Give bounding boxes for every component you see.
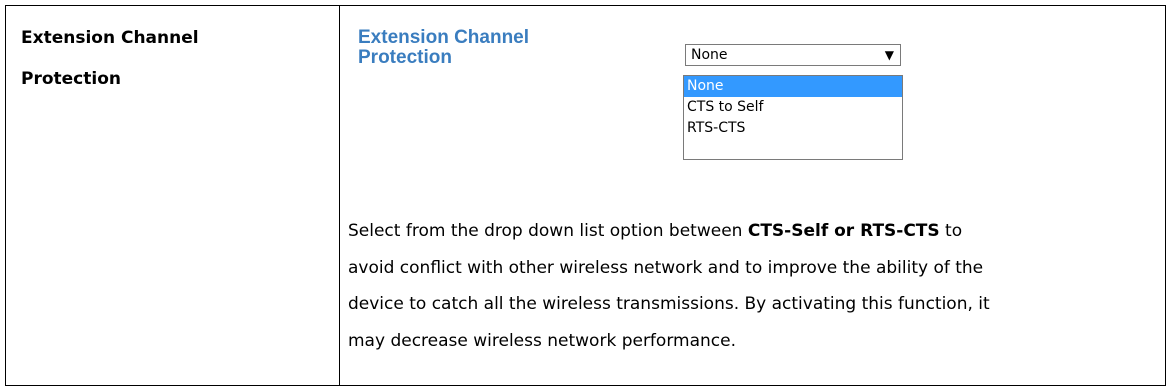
- option-none[interactable]: None: [684, 76, 902, 97]
- term-line-2: Protection: [21, 69, 121, 89]
- term-cell: Extension Channel Protection: [21, 18, 321, 100]
- option-cts-to-self[interactable]: CTS to Self: [684, 97, 902, 118]
- setting-label: Extension Channel Protection: [358, 28, 529, 68]
- term-line-1: Extension Channel: [21, 28, 199, 48]
- column-divider: [339, 6, 340, 385]
- description-line-1-start: Select from the drop down list option be…: [348, 221, 748, 241]
- description-line-4: may decrease wireless network performanc…: [348, 330, 736, 351]
- protection-select[interactable]: None ▼: [685, 44, 901, 66]
- description-line-1-end: to: [939, 221, 963, 241]
- select-value: None: [691, 47, 728, 63]
- option-rts-cts[interactable]: RTS-CTS: [684, 118, 902, 139]
- description-line-3: device to catch all the wireless transmi…: [348, 294, 990, 314]
- dropdown-arrow-icon: ▼: [884, 48, 894, 62]
- description-line-2: avoid conflict with other wireless netwo…: [348, 257, 984, 278]
- description-bold-options: CTS-Self or RTS-CTS: [747, 221, 940, 241]
- setting-label-line-2: Protection: [358, 47, 452, 68]
- protection-dropdown-list: None CTS to Self RTS-CTS: [683, 75, 903, 160]
- setting-label-line-1: Extension Channel: [358, 27, 530, 48]
- description-line-1: Select from the drop down list option be…: [348, 213, 1148, 250]
- description: Select from the drop down list option be…: [348, 213, 1148, 359]
